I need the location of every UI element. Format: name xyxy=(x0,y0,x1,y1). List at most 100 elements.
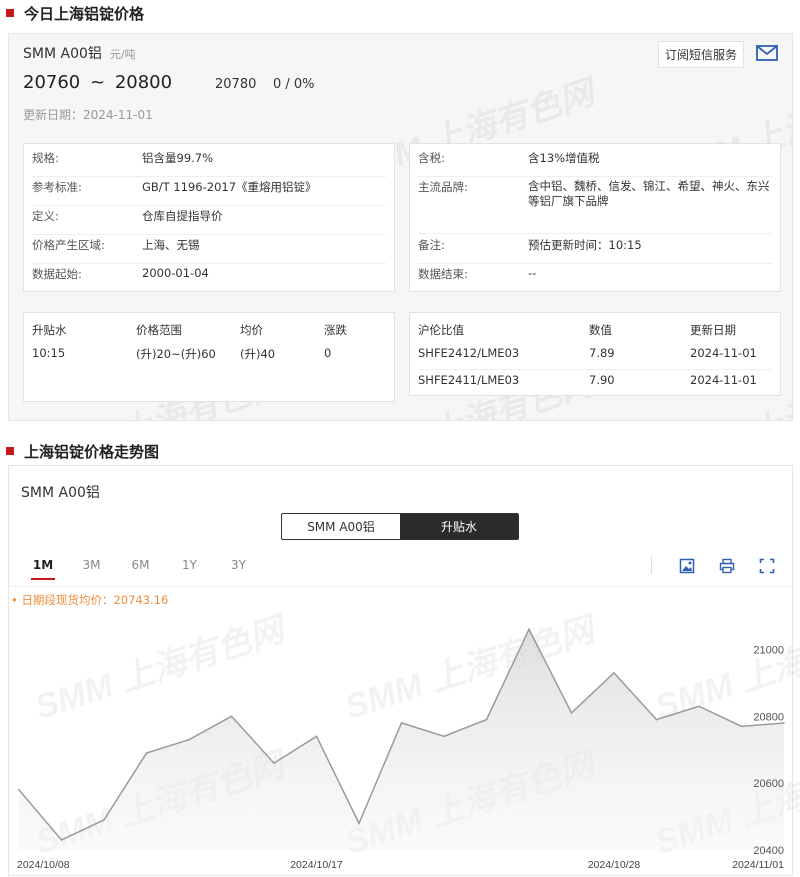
y-tick-label: 20800 xyxy=(753,711,784,723)
data-point[interactable] xyxy=(443,735,445,738)
product-unit: 元/吨 xyxy=(109,48,136,61)
spec-value: 含中铝、魏桥、信发、锦江、希望、神火、东兴等铝厂旗下品牌 xyxy=(528,179,770,208)
data-point[interactable] xyxy=(485,718,488,721)
spec-value: GB/T 1196-2017《重熔用铝锭》 xyxy=(142,180,317,194)
spec-row: 数据结束: -- xyxy=(418,266,772,288)
spec-box-right: 含税: 含13%增值税 主流品牌: 含中铝、魏桥、信发、锦江、希望、神火、东兴等铝厂… xyxy=(409,143,781,292)
ratio-header-row: 沪伦比值 数值 更新日期 xyxy=(418,322,772,342)
ratio-cell: 7.90 xyxy=(589,373,615,387)
section-marker xyxy=(6,447,14,455)
ratio-cell: SHFE2411/LME03 xyxy=(418,373,520,387)
y-tick-label: 21000 xyxy=(753,644,784,656)
section-title-text: 今日上海铝锭价格 xyxy=(24,4,145,23)
spec-key: 规格: xyxy=(32,151,59,165)
product-name-text: SMM A00铝 xyxy=(23,46,102,62)
spec-row: 备注: 预估更新时间：10:15 xyxy=(418,237,772,264)
data-point[interactable] xyxy=(358,822,360,825)
spec-value: -- xyxy=(528,266,537,280)
price-range: 20760 ~ 20800 xyxy=(23,72,172,93)
data-point[interactable] xyxy=(315,735,318,738)
premium-table: 升贴水 价格范围 均价 涨跌 10:15 (升)20~(升)60 (升)40 0 xyxy=(23,312,395,402)
ratio-header: 数值 xyxy=(589,323,612,337)
price-average: 20780 xyxy=(215,77,257,92)
spec-row: 数据起始: 2000-01-04 xyxy=(32,266,386,288)
spec-row: 含税: 含13%增值税 xyxy=(418,150,772,177)
spec-row: 主流品牌: 含中铝、魏桥、信发、锦江、希望、神火、东兴等铝厂旗下品牌 xyxy=(418,179,772,234)
ratio-cell: 7.89 xyxy=(589,346,615,360)
data-point[interactable] xyxy=(400,722,403,724)
spec-value: 含13%增值税 xyxy=(528,151,600,165)
premium-header-row: 升贴水 价格范围 均价 涨跌 xyxy=(32,322,386,342)
data-point[interactable] xyxy=(103,819,105,821)
premium-header: 升贴水 xyxy=(32,323,67,337)
spec-row: 定义: 仓库自提指导价 xyxy=(32,208,386,235)
premium-header: 涨跌 xyxy=(324,323,347,337)
spec-key: 数据起始: xyxy=(32,267,82,281)
price-low: 20760 xyxy=(23,72,81,93)
x-tick-label: 2024/10/08 xyxy=(17,859,70,871)
ratio-header: 沪伦比值 xyxy=(418,323,464,337)
section-title-trend: 上海铝锭价格走势图 xyxy=(0,438,159,464)
data-point[interactable] xyxy=(570,712,573,714)
data-point[interactable] xyxy=(613,672,615,674)
data-point[interactable] xyxy=(273,762,275,764)
data-point[interactable] xyxy=(188,738,190,741)
spec-value: 仓库自提指导价 xyxy=(142,209,223,223)
data-point[interactable] xyxy=(698,705,700,708)
premium-row: 10:15 (升)20~(升)60 (升)40 0 xyxy=(32,346,386,366)
series-area xyxy=(19,629,784,850)
ratio-cell: 2024-11-01 xyxy=(690,346,757,360)
premium-cell: (升)40 xyxy=(240,347,276,361)
x-tick-label: 2024/11/01 xyxy=(732,859,784,871)
price-change: 0 / 0% xyxy=(273,77,315,92)
subscribe-sms-button[interactable]: 订阅短信服务 xyxy=(657,41,744,68)
data-point[interactable] xyxy=(145,752,148,754)
spec-key: 备注: xyxy=(418,238,445,252)
data-point[interactable] xyxy=(528,628,530,631)
premium-cell: 0 xyxy=(324,346,332,360)
spec-key: 价格产生区域: xyxy=(32,238,105,252)
section-marker xyxy=(6,9,14,17)
spec-box-left: 规格: 铝含量99.7% 参考标准: GB/T 1196-2017《重熔用铝锭》 定… xyxy=(23,143,395,292)
premium-cell: 10:15 xyxy=(32,346,66,360)
data-point[interactable] xyxy=(655,718,658,721)
ratio-cell: SHFE2412/LME03 xyxy=(418,346,520,360)
spec-row: 价格产生区域: 上海、无锡 xyxy=(32,237,386,264)
y-tick-label: 20600 xyxy=(753,778,784,790)
mail-icon[interactable] xyxy=(756,45,778,61)
data-point[interactable] xyxy=(60,839,63,841)
premium-header: 均价 xyxy=(240,323,263,337)
price-trend-chart: 20400 20600 20800 21000 2024/10/08 2024/10/17… xyxy=(17,627,785,871)
premium-cell: (升)20~(升)60 xyxy=(136,347,216,361)
ratio-header: 更新日期 xyxy=(690,323,736,337)
spec-value: 预估更新时间：10:15 xyxy=(528,238,642,252)
spec-key: 定义: xyxy=(32,209,59,223)
spec-key: 含税: xyxy=(418,151,445,165)
chart-panel: SMM A00铝 SMM A00铝 升贴水 1M 3M 6M 1Y 3Y • 日… xyxy=(8,465,800,876)
premium-header: 价格范围 xyxy=(136,323,182,337)
price-high: 20800 xyxy=(114,72,173,93)
spec-row: 参考标准: GB/T 1196-2017《重熔用铝锭》 xyxy=(32,179,386,206)
y-tick-label: 20400 xyxy=(753,845,784,857)
spec-row: 规格: 铝含量99.7% xyxy=(32,150,386,177)
update-date: 更新日期：2024-11-01 xyxy=(23,108,153,122)
price-panel: SMM 上海有色网 SMM 上海有色网 SMM 上海有色网 SMM 上海有色网 … xyxy=(8,33,793,421)
data-point[interactable] xyxy=(740,725,743,728)
ratio-row: SHFE2412/LME03 7.89 2024-11-01 xyxy=(418,346,772,370)
spec-value: 2000-01-04 xyxy=(142,266,209,280)
data-point[interactable] xyxy=(230,715,233,718)
section-title-today: 今日上海铝锭价格 xyxy=(0,0,800,26)
price-sep: ~ xyxy=(90,72,106,93)
spec-key: 参考标准: xyxy=(32,180,82,194)
x-tick-label: 2024/10/17 xyxy=(290,859,343,871)
x-tick-label: 2024/10/28 xyxy=(588,859,641,871)
spec-value: 上海、无锡 xyxy=(142,238,200,252)
product-name: SMM A00铝 元/吨 xyxy=(23,43,136,63)
section-title-text: 上海铝锭价格走势图 xyxy=(24,442,160,461)
ratio-row: SHFE2411/LME03 7.90 2024-11-01 xyxy=(418,373,772,393)
spec-value: 铝含量99.7% xyxy=(142,151,214,165)
data-point[interactable] xyxy=(18,789,20,791)
ratio-table: 沪伦比值 数值 更新日期 SHFE2412/LME03 7.89 2024-11… xyxy=(409,312,781,396)
ratio-cell: 2024-11-01 xyxy=(690,373,757,387)
spec-key: 数据结束: xyxy=(418,267,468,281)
